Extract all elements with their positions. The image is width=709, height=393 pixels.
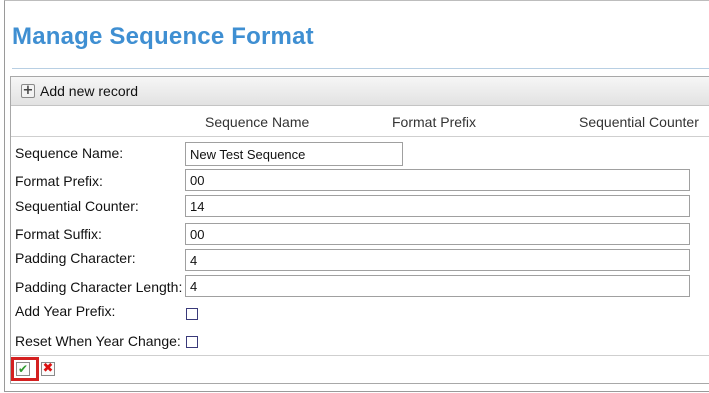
- edit-action-bar: ✔ ✖: [11, 355, 709, 386]
- column-header-sequence-name[interactable]: Sequence Name: [205, 114, 309, 130]
- add-year-prefix-checkbox[interactable]: [186, 308, 198, 320]
- reset-when-year-change-checkbox[interactable]: [186, 336, 198, 348]
- padding-character-length-label: Padding Character Length:: [15, 279, 183, 295]
- grid-toolbar: + Add new record: [11, 77, 709, 106]
- title-divider: [12, 68, 709, 69]
- checkmark-icon: ✔: [17, 362, 29, 376]
- grid-header-row: Sequence Name Format Prefix Sequential C…: [11, 106, 709, 137]
- sequence-name-input[interactable]: [185, 142, 403, 166]
- format-prefix-input[interactable]: [185, 169, 690, 191]
- format-suffix-label: Format Suffix:: [15, 226, 102, 242]
- add-new-record-label: Add new record: [40, 83, 139, 99]
- column-header-sequential-counter[interactable]: Sequential Counter: [579, 114, 699, 130]
- save-button[interactable]: ✔: [16, 362, 30, 376]
- sequence-grid: + Add new record Sequence Name Format Pr…: [10, 76, 709, 384]
- add-year-prefix-label: Add Year Prefix:: [15, 303, 116, 319]
- padding-character-input[interactable]: [185, 249, 690, 271]
- padding-character-label: Padding Character:: [15, 250, 136, 266]
- sequential-counter-label: Sequential Counter:: [15, 198, 139, 214]
- column-header-format-prefix[interactable]: Format Prefix: [392, 114, 476, 130]
- close-icon: ✖: [42, 361, 54, 376]
- format-suffix-input[interactable]: [185, 223, 690, 245]
- sequential-counter-input[interactable]: [185, 195, 690, 217]
- edit-form: Sequence Name: Format Prefix: Sequential…: [11, 137, 709, 352]
- reset-when-year-change-label: Reset When Year Change:: [15, 333, 181, 349]
- plus-icon: +: [21, 83, 35, 98]
- add-new-record-button[interactable]: + Add new record: [21, 82, 138, 100]
- padding-character-length-input[interactable]: [185, 275, 690, 297]
- format-prefix-label: Format Prefix:: [15, 173, 103, 189]
- page-title: Manage Sequence Format: [12, 23, 314, 50]
- sequence-name-label: Sequence Name:: [15, 145, 124, 161]
- cancel-button[interactable]: ✖: [41, 362, 55, 376]
